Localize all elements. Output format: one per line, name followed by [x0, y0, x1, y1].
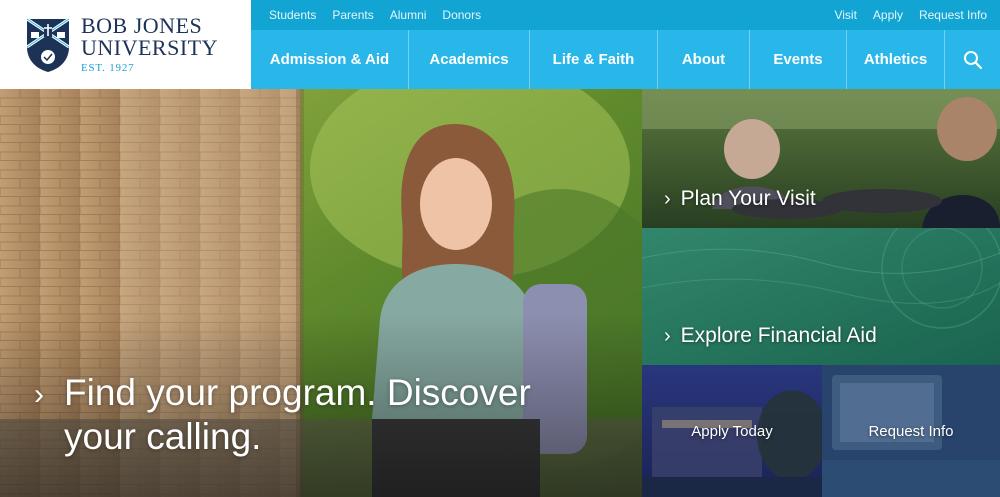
tile-apply-label: Apply Today	[691, 422, 773, 440]
tile-aid-caption: › Explore Financial Aid	[664, 324, 877, 348]
university-wordmark: BOB JONES UNIVERSITY EST. 1927	[81, 15, 218, 74]
quick-actions: Apply Today Request Info	[642, 365, 1000, 497]
chevron-right-icon: ›	[664, 324, 671, 347]
main-nav: Admission & Aid Academics Life & Faith A…	[251, 30, 1000, 89]
nav-item-events[interactable]: Events	[750, 30, 847, 89]
utility-links-audience: Students Parents Alumni Donors	[269, 8, 481, 22]
brand-name-line2: UNIVERSITY	[81, 35, 218, 60]
utility-links-actions: Visit Apply Request Info	[834, 8, 987, 22]
utility-link-request-info[interactable]: Request Info	[919, 8, 987, 22]
utility-bar: Students Parents Alumni Donors Visit App…	[251, 0, 1000, 30]
chevron-right-icon: ›	[664, 187, 671, 210]
tile-visit-label: Plan Your Visit	[680, 187, 816, 210]
utility-link-donors[interactable]: Donors	[442, 8, 481, 22]
tile-request-info[interactable]: Request Info	[822, 365, 1000, 497]
utility-link-apply[interactable]: Apply	[873, 8, 903, 22]
tile-request-label: Request Info	[868, 422, 954, 440]
hero-caption-text: Find your program. Discover your calling…	[64, 372, 531, 457]
brand-established: EST. 1927	[81, 62, 135, 74]
nav-item-athletics[interactable]: Athletics	[847, 30, 945, 89]
utility-link-alumni[interactable]: Alumni	[390, 8, 427, 22]
university-crest-icon	[26, 17, 70, 72]
utility-link-visit[interactable]: Visit	[834, 8, 856, 22]
utility-link-parents[interactable]: Parents	[332, 8, 373, 22]
chevron-right-icon: ›	[34, 378, 44, 411]
tile-aid-label: Explore Financial Aid	[680, 324, 877, 347]
hero-banner[interactable]: › Find your program. Discover your calli…	[0, 89, 642, 497]
brand-name-line1: BOB JONES	[81, 13, 203, 38]
hero-caption: › Find your program. Discover your calli…	[34, 371, 574, 459]
tile-plan-your-visit[interactable]: › Plan Your Visit	[642, 89, 1000, 228]
nav-item-admission-aid[interactable]: Admission & Aid	[251, 30, 409, 89]
tile-visit-caption: › Plan Your Visit	[664, 187, 816, 211]
search-button[interactable]	[945, 30, 1000, 89]
utility-link-students[interactable]: Students	[269, 8, 316, 22]
nav-item-academics[interactable]: Academics	[409, 30, 530, 89]
tile-explore-financial-aid[interactable]: › Explore Financial Aid	[642, 228, 1000, 365]
tile-apply-today[interactable]: Apply Today	[642, 365, 822, 497]
nav-item-life-faith[interactable]: Life & Faith	[530, 30, 658, 89]
nav-item-about[interactable]: About	[658, 30, 750, 89]
university-logo[interactable]: BOB JONES UNIVERSITY EST. 1927	[0, 0, 251, 89]
search-icon	[963, 50, 982, 69]
